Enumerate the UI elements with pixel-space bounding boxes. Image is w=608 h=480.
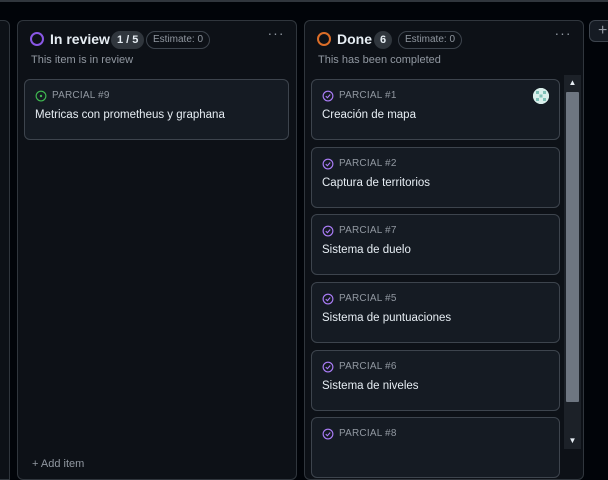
issue-reference[interactable]: PARCIAL #2 bbox=[339, 158, 397, 169]
issue-title[interactable]: Metricas con prometheus y graphana bbox=[35, 109, 225, 121]
issue-reference[interactable]: PARCIAL #1 bbox=[339, 90, 397, 101]
column-scrollbar[interactable]: ▲ ▼ bbox=[564, 75, 581, 449]
issue-card[interactable]: PARCIAL #8 bbox=[311, 417, 560, 478]
issue-title[interactable]: Sistema de niveles bbox=[322, 380, 419, 392]
issue-card[interactable]: PARCIAL #5 Sistema de puntuaciones bbox=[311, 282, 560, 343]
status-circle-icon bbox=[30, 32, 44, 46]
issue-card[interactable]: PARCIAL #9 Metricas con prometheus y gra… bbox=[24, 79, 289, 140]
scroll-down-arrow-icon[interactable]: ▼ bbox=[564, 433, 581, 449]
status-circle-icon bbox=[317, 32, 331, 46]
issue-open-icon bbox=[35, 90, 47, 102]
issue-reference[interactable]: PARCIAL #8 bbox=[339, 428, 397, 439]
issue-closed-icon bbox=[322, 293, 334, 305]
estimate-badge: Estimate: 0 bbox=[146, 31, 211, 49]
issue-card[interactable]: PARCIAL #6 Sistema de niveles bbox=[311, 350, 560, 411]
column-header: Done 6 Estimate: 0 ··· This has been com… bbox=[305, 21, 583, 77]
scrollbar-thumb[interactable] bbox=[566, 92, 579, 402]
issue-card[interactable]: PARCIAL #2 Captura de territorios bbox=[311, 147, 560, 208]
column-header: In review 1 / 5 Estimate: 0 ··· This ite… bbox=[18, 21, 296, 77]
item-count-badge: 6 bbox=[374, 31, 393, 49]
item-count-badge: 1 / 5 bbox=[111, 31, 145, 49]
column-title: In review bbox=[50, 31, 110, 47]
issue-title[interactable]: Creación de mapa bbox=[322, 109, 416, 121]
top-divider bbox=[0, 0, 608, 2]
column-done: Done 6 Estimate: 0 ··· This has been com… bbox=[304, 20, 584, 480]
add-item-button[interactable]: + Add item bbox=[32, 458, 84, 470]
issue-closed-icon bbox=[322, 428, 334, 440]
issue-reference[interactable]: PARCIAL #5 bbox=[339, 293, 397, 304]
issue-closed-icon bbox=[322, 90, 334, 102]
column-options-button[interactable]: ··· bbox=[553, 26, 573, 43]
previous-column-edge bbox=[0, 20, 10, 480]
issue-reference[interactable]: PARCIAL #6 bbox=[339, 361, 397, 372]
identicon-icon bbox=[533, 88, 549, 104]
column-description: This has been completed bbox=[318, 54, 441, 66]
issue-closed-icon bbox=[322, 158, 334, 170]
issue-title[interactable]: Captura de territorios bbox=[322, 177, 430, 189]
issue-title[interactable]: Sistema de puntuaciones bbox=[322, 312, 451, 324]
issue-closed-icon bbox=[322, 225, 334, 237]
issue-reference[interactable]: PARCIAL #7 bbox=[339, 225, 397, 236]
issue-reference[interactable]: PARCIAL #9 bbox=[52, 90, 110, 101]
issue-card[interactable]: PARCIAL #7 Sistema de duelo bbox=[311, 214, 560, 275]
scroll-up-arrow-icon[interactable]: ▲ bbox=[564, 75, 581, 91]
issue-card[interactable]: PARCIAL #1 Creación de mapa bbox=[311, 79, 560, 140]
issue-closed-icon bbox=[322, 361, 334, 373]
column-description: This item is in review bbox=[31, 54, 134, 66]
add-column-button[interactable]: + bbox=[589, 20, 608, 42]
column-title: Done bbox=[337, 31, 372, 47]
column-in-review: In review 1 / 5 Estimate: 0 ··· This ite… bbox=[17, 20, 297, 480]
column-options-button[interactable]: ··· bbox=[266, 26, 286, 43]
estimate-badge: Estimate: 0 bbox=[398, 31, 463, 49]
assignee-avatar[interactable] bbox=[533, 88, 549, 104]
issue-title[interactable]: Sistema de duelo bbox=[322, 244, 411, 256]
